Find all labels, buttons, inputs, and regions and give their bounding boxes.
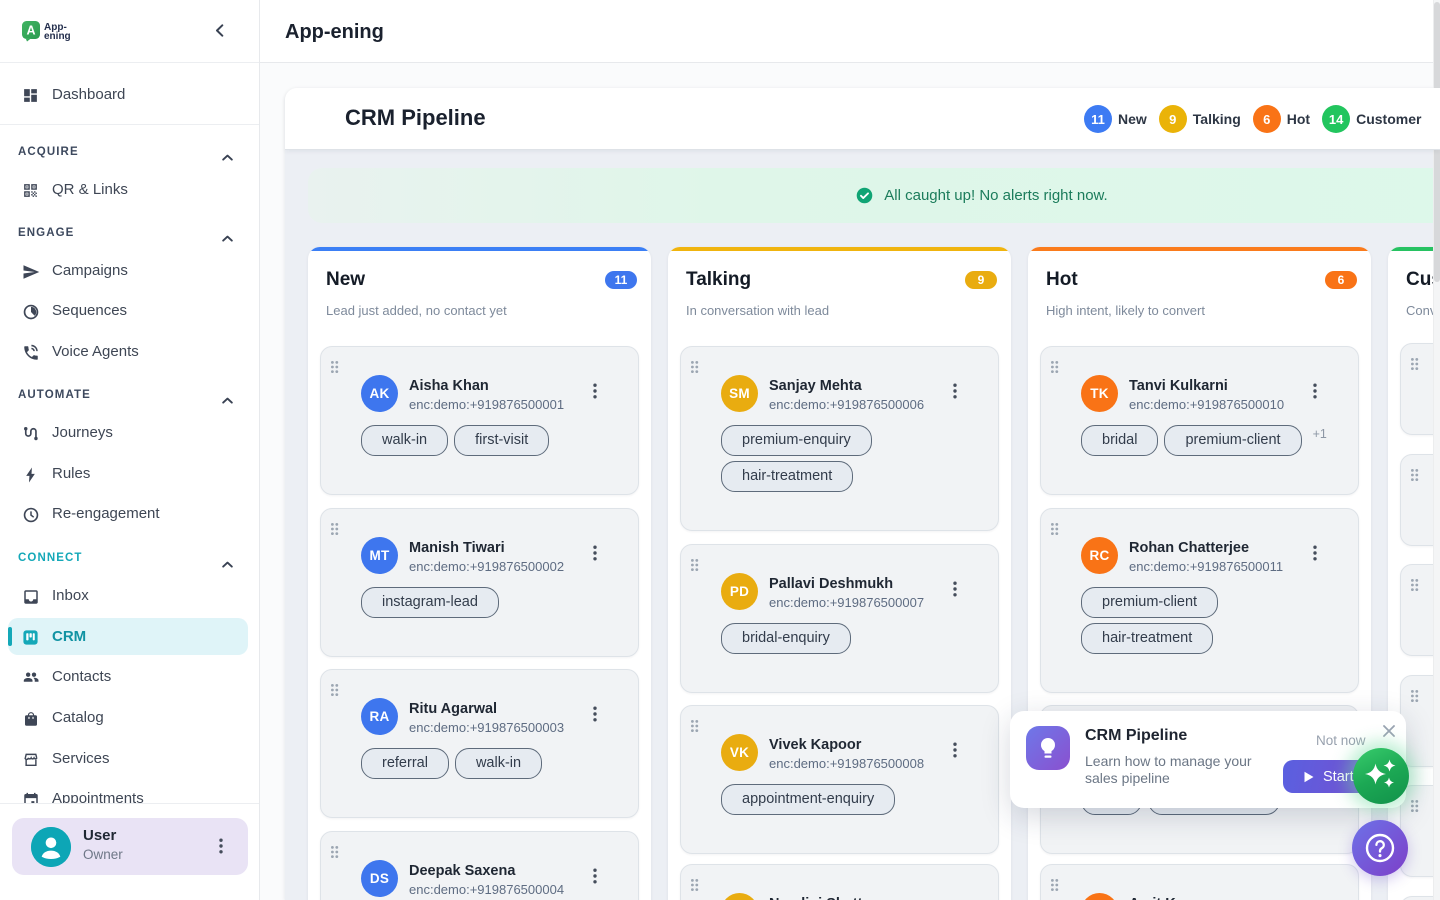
svg-text:A: A (26, 23, 35, 37)
